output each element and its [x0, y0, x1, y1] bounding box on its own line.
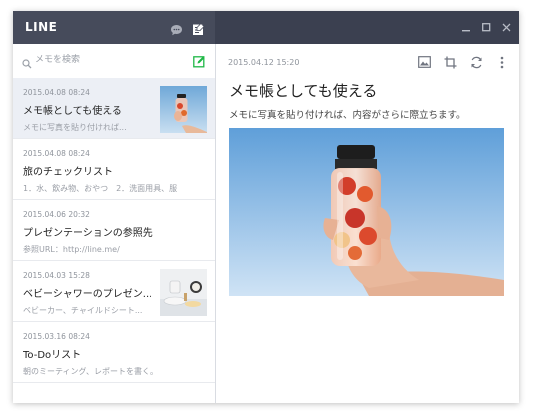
memo-preview: メモに写真を貼り付ければ... [23, 123, 127, 132]
memo-list: 2015.04.08 08:24 メモ帳としても使える メモに写真を貼り付ければ… [13, 78, 215, 383]
sync-icon[interactable] [469, 55, 483, 69]
memo-detail-body: メモに写真を貼り付ければ、内容がさらに際立ちます。 [229, 110, 466, 121]
baby-items-thumbnail [160, 269, 207, 316]
app-window: LINE 2015.04.08 08:24 [13, 11, 519, 403]
memo-preview: 朝のミーティング、レポートを書く。 [23, 367, 158, 376]
memo-item[interactable]: 2015.04.03 15:28 ベビーシャワーのプレゼン... ベビーカー、チ… [13, 261, 215, 322]
minimize-icon[interactable] [461, 21, 471, 33]
search-icon [22, 54, 32, 73]
maximize-icon[interactable] [481, 21, 491, 33]
search-bar [13, 44, 215, 77]
detail-toolbar [417, 55, 509, 69]
new-memo-icon[interactable] [193, 53, 206, 72]
window-controls [461, 21, 511, 33]
memo-date: 2015.03.16 08:24 [23, 332, 90, 341]
memo-date: 2015.04.08 08:24 [23, 149, 90, 158]
crop-icon[interactable] [443, 55, 457, 69]
sidebar: 2015.04.08 08:24 メモ帳としても使える メモに写真を貼り付ければ… [13, 44, 216, 403]
memo-item[interactable]: 2015.04.06 20:32 プレゼンテーションの参照先 参照URL：htt… [13, 200, 215, 261]
memo-title: To-Doリスト [23, 350, 82, 361]
chat-icon[interactable] [170, 21, 183, 40]
image-icon[interactable] [417, 55, 431, 69]
memo-item[interactable]: 2015.04.08 08:24 旅のチェックリスト 1．水、飲み物、おやつ 2… [13, 139, 215, 200]
water-bottle-photo [229, 128, 504, 296]
memo-detail-date: 2015.04.12 15:20 [228, 58, 300, 67]
memo-detail-title: メモ帳としても使える [229, 82, 378, 100]
memo-item[interactable]: 2015.04.08 08:24 メモ帳としても使える メモに写真を貼り付ければ… [13, 78, 215, 139]
memo-preview: 1．水、飲み物、おやつ 2．洗面用具、服 [23, 184, 178, 193]
search-input[interactable] [35, 52, 185, 68]
app-title: LINE [25, 20, 58, 34]
memo-icon[interactable] [192, 21, 205, 40]
memo-preview: 参照URL：http://line.me/ [23, 245, 120, 254]
memo-title: 旅のチェックリスト [23, 167, 113, 178]
title-bar: LINE [13, 11, 519, 44]
memo-detail: 2015.04.12 15:20 メモ帳としても使える メモに写真を貼り付ければ… [216, 44, 519, 403]
water-bottle-thumbnail [160, 86, 207, 133]
title-bar-left: LINE [13, 11, 215, 44]
memo-date: 2015.04.06 20:32 [23, 210, 90, 219]
memo-preview: ベビーカー、チャイルドシート... [23, 306, 143, 315]
memo-title: ベビーシャワーのプレゼン... [23, 289, 151, 300]
more-icon[interactable] [495, 55, 509, 69]
close-icon[interactable] [501, 21, 511, 33]
memo-title: プレゼンテーションの参照先 [23, 228, 153, 239]
memo-item[interactable]: 2015.03.16 08:24 To-Doリスト 朝のミーティング、レポートを… [13, 322, 215, 383]
memo-title: メモ帳としても使える [23, 106, 122, 117]
